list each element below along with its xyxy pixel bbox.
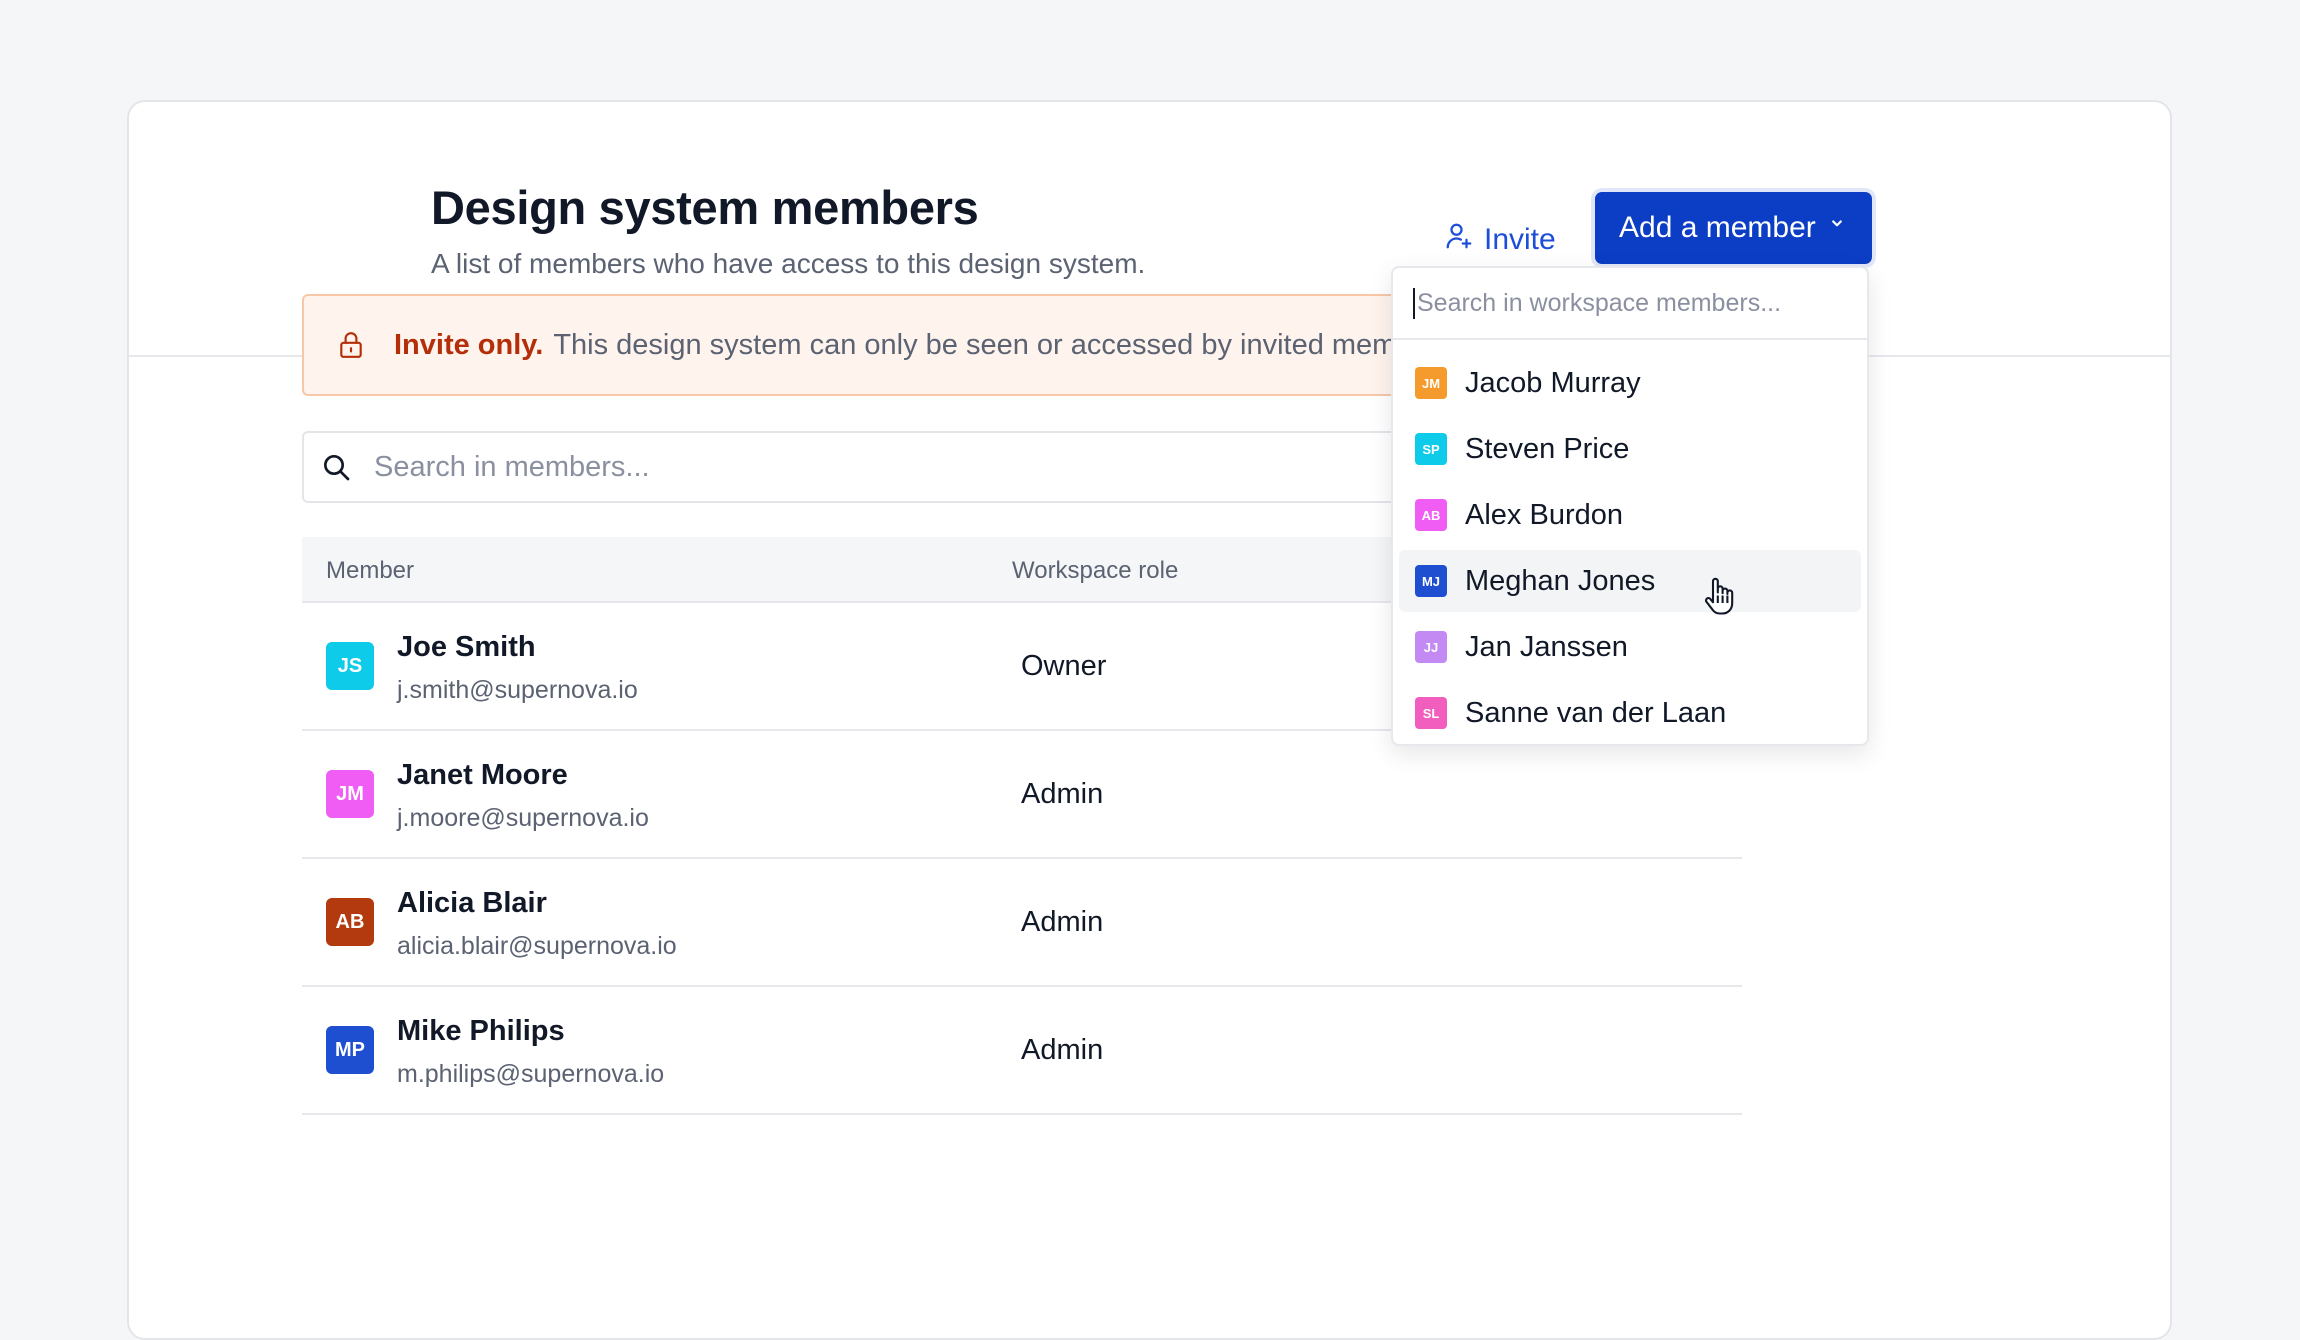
- workspace-search-input[interactable]: [1413, 287, 1839, 319]
- avatar: SL: [1415, 697, 1447, 729]
- member-email: m.philips@supernova.io: [397, 1060, 665, 1088]
- banner-text: This design system can only be seen or a…: [553, 328, 1461, 361]
- banner-title: Invite only.: [394, 328, 544, 361]
- dropdown-item-label: Sanne van der Laan: [1465, 696, 1727, 729]
- column-header-member: Member: [326, 557, 415, 584]
- member-search-input[interactable]: [372, 449, 1376, 485]
- avatar: JJ: [1415, 631, 1447, 663]
- add-member-label: Add a member: [1619, 211, 1816, 244]
- column-header-role: Workspace role: [1012, 557, 1179, 584]
- dropdown-item-label: Jan Janssen: [1465, 630, 1628, 663]
- workspace-member-list: JM Jacob Murray SP Steven Price AB Alex …: [1393, 340, 1867, 744]
- avatar: MJ: [1415, 565, 1447, 597]
- dropdown-item-label: Meghan Jones: [1465, 564, 1656, 597]
- member-role: Admin: [1021, 906, 1104, 938]
- table-row[interactable]: AB Alicia Blair alicia.blair@supernova.i…: [302, 859, 1742, 987]
- page-title: Design system members: [431, 181, 979, 234]
- chevron-down-icon: [1832, 220, 1842, 227]
- table-row[interactable]: JM Janet Moore j.moore@supernova.io Admi…: [302, 731, 1742, 859]
- member-name: Alicia Blair: [397, 887, 547, 919]
- member-role: Admin: [1021, 1034, 1104, 1066]
- avatar: JM: [326, 770, 374, 818]
- invite-label: Invite: [1484, 223, 1556, 256]
- avatar: JM: [1415, 367, 1447, 399]
- member-name: Janet Moore: [397, 759, 568, 791]
- member-role: Admin: [1021, 778, 1104, 810]
- member-role: Owner: [1021, 650, 1107, 682]
- dropdown-item-label: Alex Burdon: [1465, 498, 1623, 531]
- user-plus-icon: [1444, 221, 1474, 259]
- add-member-dropdown: JM Jacob Murray SP Steven Price AB Alex …: [1391, 266, 1869, 746]
- avatar: MP: [326, 1026, 374, 1074]
- hand-pointer-cursor-icon: [1704, 577, 1734, 615]
- dropdown-item[interactable]: JM Jacob Murray: [1399, 352, 1861, 414]
- member-email: j.moore@supernova.io: [397, 804, 649, 832]
- add-member-button[interactable]: Add a member: [1595, 192, 1872, 264]
- page-subtitle: A list of members who have access to thi…: [431, 248, 1146, 279]
- avatar: SP: [1415, 433, 1447, 465]
- dropdown-item[interactable]: JJ Jan Janssen: [1399, 616, 1861, 678]
- workspace-search-field[interactable]: [1393, 268, 1867, 340]
- member-email: j.smith@supernova.io: [397, 676, 638, 704]
- dropdown-item-label: Steven Price: [1465, 432, 1630, 465]
- member-email: alicia.blair@supernova.io: [397, 932, 677, 960]
- dropdown-item[interactable]: AB Alex Burdon: [1399, 484, 1861, 546]
- dropdown-item[interactable]: SP Steven Price: [1399, 418, 1861, 480]
- member-name: Joe Smith: [397, 631, 536, 663]
- lock-icon: [340, 332, 362, 358]
- search-icon: [324, 455, 350, 481]
- avatar: AB: [326, 898, 374, 946]
- dropdown-item-hovered[interactable]: MJ Meghan Jones: [1399, 550, 1861, 612]
- member-name: Mike Philips: [397, 1015, 565, 1047]
- invite-button[interactable]: Invite: [1444, 208, 1556, 272]
- dropdown-item[interactable]: SL Sanne van der Laan: [1399, 682, 1861, 744]
- avatar: JS: [326, 642, 374, 690]
- dropdown-item-label: Jacob Murray: [1465, 366, 1641, 399]
- table-row[interactable]: MP Mike Philips m.philips@supernova.io A…: [302, 987, 1742, 1115]
- avatar: AB: [1415, 499, 1447, 531]
